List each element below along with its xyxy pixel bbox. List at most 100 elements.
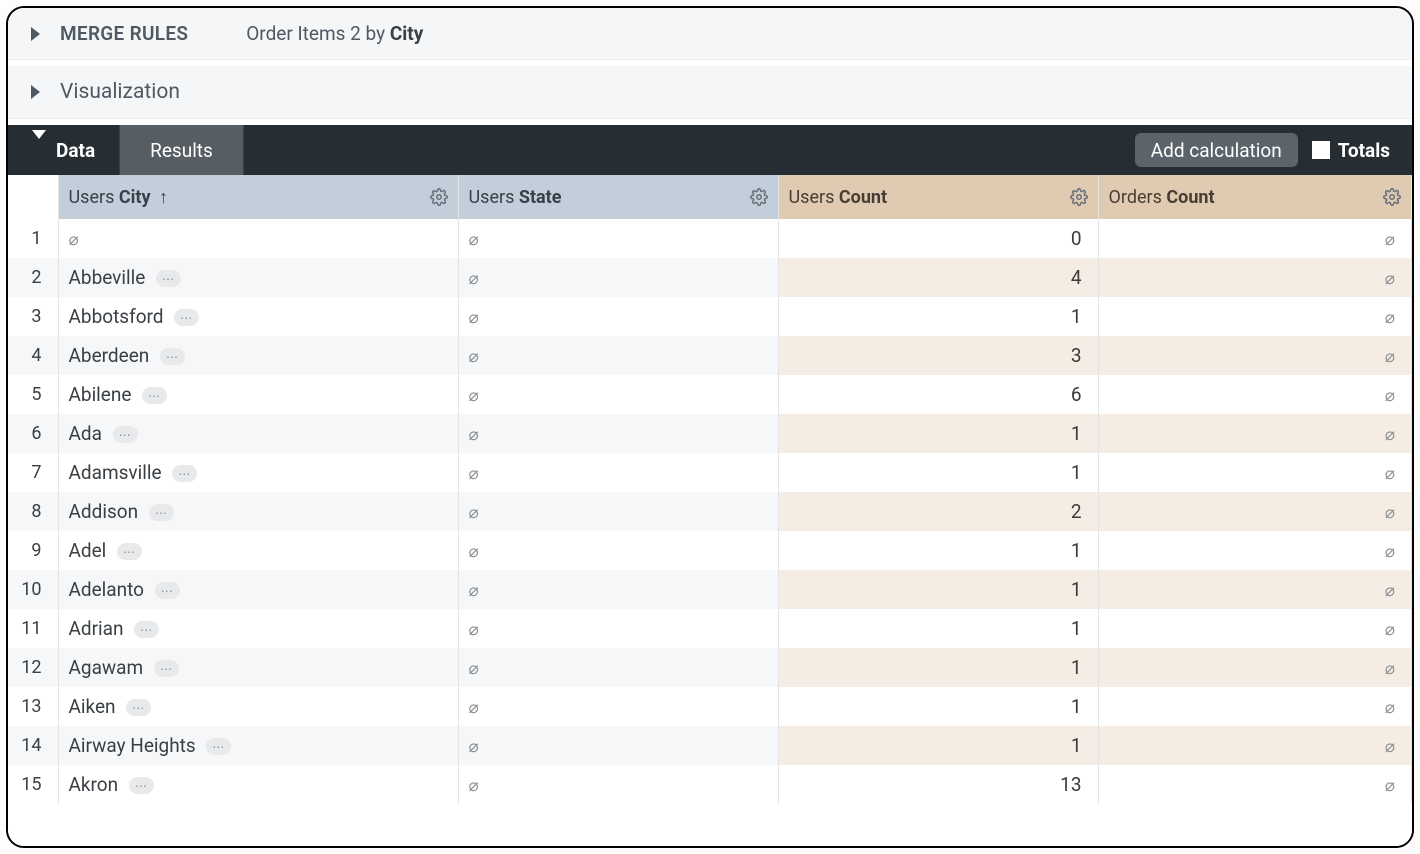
cell-user-count[interactable]: 6 xyxy=(778,375,1098,414)
cell-user-count[interactable]: 1 xyxy=(778,648,1098,687)
cell-city[interactable]: Adel ⋯ xyxy=(58,531,458,570)
cell-city[interactable]: Adelanto ⋯ xyxy=(58,570,458,609)
tab-results[interactable]: Results xyxy=(119,125,244,175)
more-pill-icon[interactable]: ⋯ xyxy=(206,738,231,755)
cell-order-count[interactable]: ⌀ xyxy=(1098,453,1412,492)
cell-user-count[interactable]: 13 xyxy=(778,765,1098,804)
more-pill-icon[interactable]: ⋯ xyxy=(129,777,154,794)
more-pill-icon[interactable]: ⋯ xyxy=(154,660,179,677)
cell-user-count[interactable]: 4 xyxy=(778,258,1098,297)
cell-state[interactable]: ⌀ xyxy=(458,531,778,570)
cell-state[interactable]: ⌀ xyxy=(458,219,778,258)
col-header-user-count[interactable]: Users Count xyxy=(778,175,1098,219)
cell-city[interactable]: Adrian ⋯ xyxy=(58,609,458,648)
cell-state[interactable]: ⌀ xyxy=(458,687,778,726)
cell-city[interactable]: Abilene ⋯ xyxy=(58,375,458,414)
cell-order-count[interactable]: ⌀ xyxy=(1098,570,1412,609)
cell-state[interactable]: ⌀ xyxy=(458,765,778,804)
visualization-header[interactable]: Visualization xyxy=(8,66,1412,118)
more-pill-icon[interactable]: ⋯ xyxy=(160,348,185,365)
cell-city[interactable]: Abbeville ⋯ xyxy=(58,258,458,297)
more-pill-icon[interactable]: ⋯ xyxy=(126,699,151,716)
cell-order-count[interactable]: ⌀ xyxy=(1098,765,1412,804)
cell-state[interactable]: ⌀ xyxy=(458,453,778,492)
null-icon: ⌀ xyxy=(1385,425,1395,445)
gear-icon[interactable] xyxy=(430,188,448,206)
cell-user-count[interactable]: 1 xyxy=(778,609,1098,648)
cell-state[interactable]: ⌀ xyxy=(458,414,778,453)
gear-icon[interactable] xyxy=(750,188,768,206)
more-pill-icon[interactable]: ⋯ xyxy=(174,309,199,326)
cell-user-count[interactable]: 1 xyxy=(778,297,1098,336)
null-icon: ⌀ xyxy=(1385,269,1395,289)
cell-user-count[interactable]: 1 xyxy=(778,414,1098,453)
cell-user-count[interactable]: 1 xyxy=(778,570,1098,609)
table-row: 12Agawam ⋯⌀1⌀ xyxy=(8,648,1412,687)
null-icon: ⌀ xyxy=(1385,620,1395,640)
cell-state[interactable]: ⌀ xyxy=(458,648,778,687)
cell-city[interactable]: Akron ⋯ xyxy=(58,765,458,804)
cell-user-count[interactable]: 3 xyxy=(778,336,1098,375)
col-header-state[interactable]: Users State xyxy=(458,175,778,219)
cell-order-count[interactable]: ⌀ xyxy=(1098,375,1412,414)
cell-order-count[interactable]: ⌀ xyxy=(1098,726,1412,765)
cell-user-count[interactable]: 1 xyxy=(778,726,1098,765)
cell-state[interactable]: ⌀ xyxy=(458,336,778,375)
cell-order-count[interactable]: ⌀ xyxy=(1098,297,1412,336)
more-pill-icon[interactable]: ⋯ xyxy=(156,270,181,287)
cell-order-count[interactable]: ⌀ xyxy=(1098,648,1412,687)
cell-order-count[interactable]: ⌀ xyxy=(1098,531,1412,570)
cell-state[interactable]: ⌀ xyxy=(458,570,778,609)
null-icon: ⌀ xyxy=(469,503,479,523)
add-calculation-button[interactable]: Add calculation xyxy=(1135,133,1298,167)
gear-icon[interactable] xyxy=(1383,188,1401,206)
cell-state[interactable]: ⌀ xyxy=(458,297,778,336)
merge-rules-section: MERGE RULES Order Items 2 by City xyxy=(8,8,1412,60)
cell-user-count[interactable]: 1 xyxy=(778,453,1098,492)
cell-city[interactable]: Aberdeen ⋯ xyxy=(58,336,458,375)
cell-city[interactable]: ⌀ xyxy=(58,219,458,258)
gear-icon[interactable] xyxy=(1070,188,1088,206)
cell-order-count[interactable]: ⌀ xyxy=(1098,219,1412,258)
cell-city[interactable]: Airway Heights ⋯ xyxy=(58,726,458,765)
totals-checkbox[interactable] xyxy=(1312,141,1330,159)
totals-toggle[interactable]: Totals xyxy=(1312,125,1412,175)
row-number: 11 xyxy=(8,609,58,648)
cell-city[interactable]: Addison ⋯ xyxy=(58,492,458,531)
null-icon: ⌀ xyxy=(469,347,479,367)
cell-user-count[interactable]: 1 xyxy=(778,531,1098,570)
cell-order-count[interactable]: ⌀ xyxy=(1098,492,1412,531)
cell-city[interactable]: Ada ⋯ xyxy=(58,414,458,453)
cell-user-count[interactable]: 1 xyxy=(778,687,1098,726)
cell-state[interactable]: ⌀ xyxy=(458,492,778,531)
row-number: 6 xyxy=(8,414,58,453)
more-pill-icon[interactable]: ⋯ xyxy=(142,387,167,404)
cell-city[interactable]: Aiken ⋯ xyxy=(58,687,458,726)
cell-state[interactable]: ⌀ xyxy=(458,375,778,414)
cell-city[interactable]: Agawam ⋯ xyxy=(58,648,458,687)
app-window: MERGE RULES Order Items 2 by City Visual… xyxy=(6,6,1414,848)
more-pill-icon[interactable]: ⋯ xyxy=(172,465,197,482)
cell-order-count[interactable]: ⌀ xyxy=(1098,414,1412,453)
cell-user-count[interactable]: 2 xyxy=(778,492,1098,531)
more-pill-icon[interactable]: ⋯ xyxy=(134,621,159,638)
more-pill-icon[interactable]: ⋯ xyxy=(149,504,174,521)
merge-rules-header[interactable]: MERGE RULES Order Items 2 by City xyxy=(8,8,1412,59)
tab-data[interactable]: Data xyxy=(8,125,119,175)
cell-order-count[interactable]: ⌀ xyxy=(1098,336,1412,375)
cell-state[interactable]: ⌀ xyxy=(458,258,778,297)
cell-state[interactable]: ⌀ xyxy=(458,726,778,765)
cell-order-count[interactable]: ⌀ xyxy=(1098,609,1412,648)
cell-city[interactable]: Adamsville ⋯ xyxy=(58,453,458,492)
more-pill-icon[interactable]: ⋯ xyxy=(155,582,180,599)
col-header-order-count[interactable]: Orders Count xyxy=(1098,175,1412,219)
row-number: 7 xyxy=(8,453,58,492)
col-header-city[interactable]: Users City ↑ xyxy=(58,175,458,219)
more-pill-icon[interactable]: ⋯ xyxy=(113,426,138,443)
cell-user-count[interactable]: 0 xyxy=(778,219,1098,258)
cell-order-count[interactable]: ⌀ xyxy=(1098,258,1412,297)
cell-state[interactable]: ⌀ xyxy=(458,609,778,648)
cell-city[interactable]: Abbotsford ⋯ xyxy=(58,297,458,336)
cell-order-count[interactable]: ⌀ xyxy=(1098,687,1412,726)
more-pill-icon[interactable]: ⋯ xyxy=(117,543,142,560)
